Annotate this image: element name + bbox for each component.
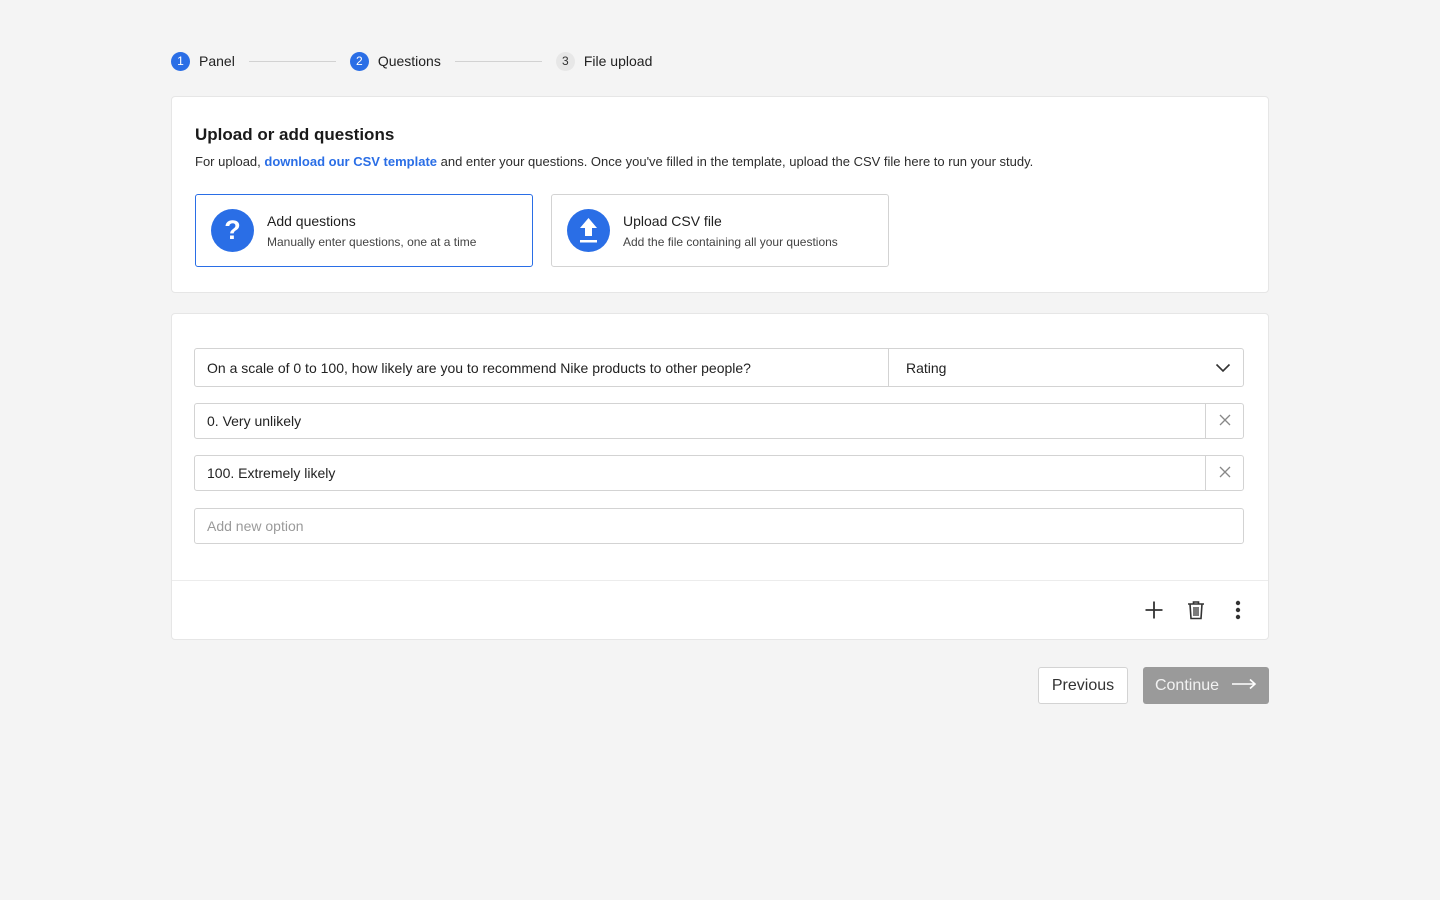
question-type-select[interactable]: Rating	[889, 349, 1243, 386]
step-number: 3	[555, 51, 575, 71]
upload-description: For upload, download our CSV template an…	[195, 154, 1033, 169]
question-toolbar	[1142, 597, 1250, 623]
answer-option-input[interactable]: 100. Extremely likely	[195, 456, 1206, 490]
plus-icon[interactable]	[1142, 597, 1166, 623]
option-subtitle: Add the file containing all your questio…	[623, 234, 838, 249]
previous-button[interactable]: Previous	[1038, 667, 1128, 704]
option-title: Add questions	[267, 212, 356, 229]
question-row: On a scale of 0 to 100, how likely are y…	[194, 348, 1244, 387]
continue-label: Continue	[1154, 676, 1220, 694]
answer-option-row: 100. Extremely likely	[194, 455, 1244, 491]
chevron-down-icon	[1215, 360, 1231, 376]
answer-option-row: 0. Very unlikely	[194, 403, 1244, 439]
card-divider	[172, 580, 1268, 581]
option-title: Upload CSV file	[623, 212, 722, 229]
step-file-upload[interactable]: 3 File upload	[555, 51, 653, 71]
upload-icon	[567, 209, 610, 252]
question-input[interactable]: On a scale of 0 to 100, how likely are y…	[195, 349, 889, 386]
question-card: On a scale of 0 to 100, how likely are y…	[171, 313, 1269, 640]
desc-suffix: and enter your questions. Once you've fi…	[437, 154, 1034, 169]
new-option-input[interactable]	[207, 518, 1243, 534]
step-number: 1	[171, 51, 190, 71]
step-questions[interactable]: 2 Questions	[349, 51, 441, 71]
more-vertical-icon[interactable]	[1226, 597, 1250, 623]
arrow-right-icon	[1231, 677, 1257, 695]
upload-card: Upload or add questions For upload, down…	[171, 96, 1269, 293]
option-subtitle: Manually enter questions, one at a time	[267, 234, 477, 249]
continue-button[interactable]: Continue	[1143, 667, 1269, 704]
step-number: 2	[349, 51, 369, 71]
add-questions-option[interactable]: ? Add questions Manually enter questions…	[195, 194, 533, 267]
answer-option-input[interactable]: 0. Very unlikely	[195, 404, 1206, 438]
question-icon: ?	[211, 209, 254, 252]
trash-icon[interactable]	[1184, 597, 1208, 623]
step-connector	[454, 60, 542, 62]
upload-heading: Upload or add questions	[195, 125, 395, 144]
step-label: File upload	[583, 53, 653, 69]
step-connector	[248, 60, 336, 62]
upload-csv-option[interactable]: Upload CSV file Add the file containing …	[551, 194, 889, 267]
step-panel[interactable]: 1 Panel	[171, 51, 235, 71]
stepper: 1 Panel 2 Questions 3 File upload	[171, 50, 652, 72]
new-option-field[interactable]	[194, 508, 1244, 544]
step-label: Questions	[377, 53, 441, 69]
close-icon	[1219, 413, 1231, 429]
desc-prefix: For upload,	[195, 154, 265, 169]
close-icon	[1219, 465, 1231, 481]
remove-option-button[interactable]	[1206, 404, 1243, 438]
csv-template-link[interactable]: download our CSV template	[264, 154, 437, 169]
step-label: Panel	[199, 53, 235, 69]
remove-option-button[interactable]	[1206, 456, 1243, 490]
question-type-value: Rating	[906, 359, 947, 376]
svg-text:?: ?	[224, 215, 241, 245]
